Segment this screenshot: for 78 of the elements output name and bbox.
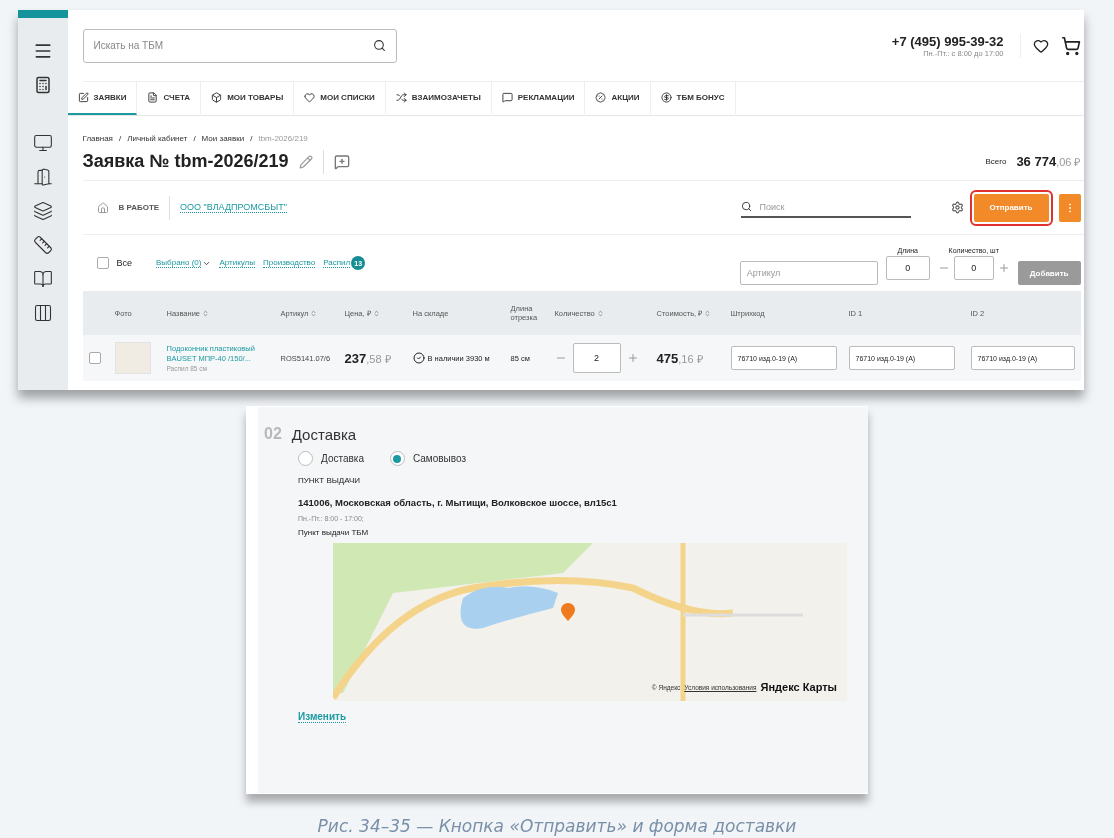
edit-icon[interactable] [298, 154, 313, 169]
checkbox-label: Все [116, 258, 132, 268]
filter-link[interactable]: Выбрано (0) [156, 258, 202, 268]
breadcrumb-separator: / [118, 134, 122, 143]
checkbox[interactable] [96, 257, 109, 269]
sort-icon[interactable] [704, 309, 712, 317]
nav-tab[interactable]: СЧЕТА [137, 82, 202, 115]
map-brand: Яндекс Карты [760, 681, 837, 693]
sort-icon[interactable] [372, 309, 380, 317]
quantity-field[interactable]: 0 [953, 255, 994, 280]
checkbox[interactable] [88, 352, 101, 364]
calculator-icon[interactable] [33, 76, 52, 94]
door-icon[interactable] [32, 167, 53, 187]
cart-icon[interactable] [1060, 35, 1081, 56]
nav-tab[interactable]: МОИ ТОВАРЫ [201, 82, 295, 115]
percent-badge-icon [595, 92, 607, 103]
filter-link[interactable]: Распил [323, 258, 351, 268]
home-icon [96, 201, 109, 214]
phone-number: +7 (495) 995-39-32 [891, 33, 1004, 49]
document-icon [147, 92, 159, 103]
radio-button[interactable] [298, 451, 313, 466]
nav-tab[interactable]: ТБМ БОНУС [650, 82, 736, 115]
sort-icon[interactable] [596, 309, 604, 317]
message-icon [501, 92, 513, 103]
more-button[interactable] [1058, 193, 1081, 222]
heart-icon[interactable] [1032, 37, 1049, 54]
sort-icon[interactable] [310, 309, 318, 317]
search-icon[interactable] [372, 39, 386, 52]
ruler-icon[interactable] [32, 235, 53, 255]
radio-label: Самовывоз [412, 453, 467, 464]
total-label: Всего [985, 157, 1007, 166]
edit-icon [77, 92, 89, 103]
total-amount: 36 774,06 ₽ [1016, 154, 1081, 169]
layers-icon[interactable] [32, 201, 53, 221]
monitor-icon[interactable] [32, 133, 53, 153]
nav-tab[interactable]: РЕКЛАМАЦИИ [491, 82, 586, 115]
search-icon [740, 201, 752, 212]
search-field[interactable]: Искать на ТБМ [82, 28, 397, 63]
plus-icon[interactable] [997, 261, 1010, 274]
figure-caption: Рис. 34–35 — Кнопка «Отправить» и форма доставки [317, 816, 797, 836]
section-label: ПУНКТ ВЫДАЧИ [298, 476, 360, 485]
settings-icon[interactable] [950, 201, 964, 214]
filter-link[interactable]: Артикулы [219, 258, 256, 268]
status-label: В РАБОТЕ [118, 203, 160, 212]
order-title: Заявка № tbm-2026/219 [82, 151, 289, 172]
address-text: 141006, Московская область, г. Мытищи, Волковское шоссе, вл15с1 [298, 497, 617, 508]
nav-tab[interactable]: ВЗАИМОЗАЧЕТЫ [385, 82, 492, 115]
breadcrumb-separator: / [250, 134, 253, 143]
price-cell-text: 237,58 ₽ [344, 350, 392, 366]
sort-icon[interactable] [202, 309, 209, 317]
plus-icon[interactable] [626, 352, 639, 364]
coin-icon [660, 92, 672, 103]
nav-tab[interactable]: ЗАЯВКИ [67, 82, 138, 115]
comment-icon[interactable] [333, 153, 350, 170]
box-icon [211, 92, 223, 103]
breadcrumb-link[interactable]: Личный кабинет [127, 134, 188, 143]
quantity-field[interactable]: 2 [572, 343, 621, 373]
columns-icon[interactable] [32, 303, 53, 323]
book-icon[interactable] [32, 269, 53, 289]
radio-label: Доставка [321, 453, 364, 464]
filter-link[interactable]: Производство [263, 258, 316, 268]
logo-bar [17, 10, 68, 18]
breadcrumb-link[interactable]: Мои заявки [201, 134, 245, 143]
breadcrumb-separator: / [193, 134, 196, 143]
radio-button[interactable] [389, 451, 405, 466]
company-link[interactable]: ООО "ВЛАДПРОМСБЫТ" [180, 202, 287, 213]
section-title: Доставка [291, 425, 357, 443]
check-icon [412, 352, 425, 364]
nav-tab[interactable]: АКЦИИ [585, 82, 651, 115]
step-number: 02 [264, 425, 282, 443]
cost-cell-text: 475,16 ₽ [656, 350, 704, 366]
shuffle-icon [395, 92, 407, 103]
map-pin-icon [561, 603, 575, 621]
pickup-point-name: Пункт выдачи ТБМ [298, 528, 369, 537]
breadcrumb-link[interactable]: Главная [82, 134, 113, 143]
nav-tab[interactable]: МОИ СПИСКИ [294, 82, 386, 115]
heart-icon [304, 92, 316, 103]
length-field[interactable]: 0 [885, 255, 930, 280]
